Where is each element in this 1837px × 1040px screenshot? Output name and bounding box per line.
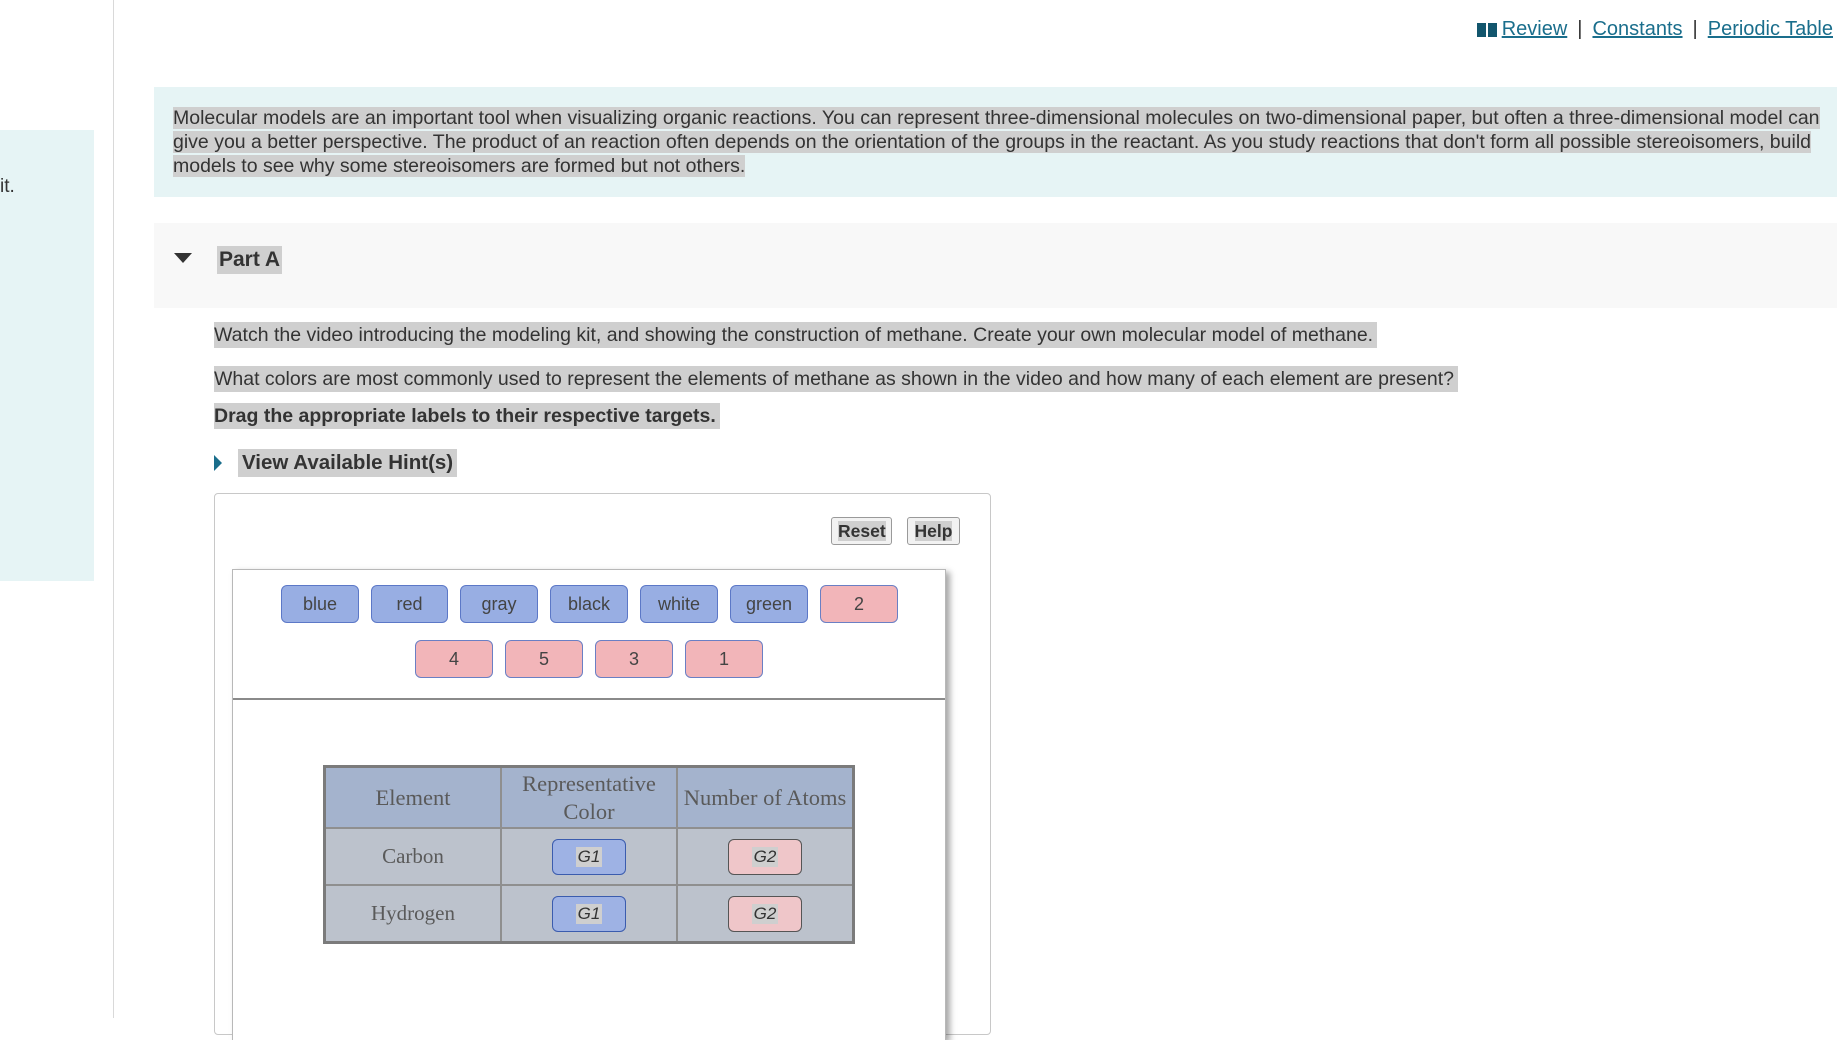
- header-atoms: Number of Atoms: [676, 765, 855, 829]
- instruction-text: Drag the appropriate labels to their res…: [214, 403, 720, 429]
- reset-button[interactable]: Reset: [831, 517, 892, 545]
- constants-link[interactable]: Constants: [1592, 18, 1682, 41]
- count-target-cell: G2: [676, 827, 855, 886]
- vertical-divider: [113, 0, 114, 1018]
- count-target-cell: G2: [676, 884, 855, 944]
- table-row: Carbon G1 G2: [323, 827, 855, 886]
- hint-label: View Available Hint(s): [238, 449, 458, 477]
- header-element: Element: [323, 765, 502, 829]
- color-target-cell: G1: [500, 884, 678, 944]
- label-number-5[interactable]: 5: [505, 640, 583, 678]
- resource-links: Review | Constants | Periodic Table: [1476, 18, 1833, 41]
- table-row: Hydrogen G1 G2: [323, 884, 855, 944]
- left-panel-text: it.: [0, 176, 15, 197]
- element-cell: Hydrogen: [323, 884, 502, 944]
- link-separator: |: [1577, 18, 1583, 40]
- label-number-3[interactable]: 3: [595, 640, 673, 678]
- part-a-header[interactable]: Part A: [154, 223, 1837, 308]
- header-color: Representative Color: [500, 765, 678, 829]
- label-green[interactable]: green: [730, 585, 808, 623]
- label-red[interactable]: red: [371, 585, 448, 623]
- question-text-2: What colors are most commonly used to re…: [214, 366, 1459, 392]
- table-header-row: Element Representative Color Number of A…: [323, 765, 855, 829]
- label-number-1[interactable]: 1: [685, 640, 763, 678]
- drop-target-g2[interactable]: G2: [728, 838, 802, 875]
- link-separator: |: [1692, 18, 1698, 40]
- drag-canvas: blue red gray black white green 2 4 5 3 …: [232, 569, 946, 1040]
- label-white[interactable]: white: [640, 585, 718, 623]
- periodic-table-link[interactable]: Periodic Table: [1708, 18, 1833, 41]
- label-number-4[interactable]: 4: [415, 640, 493, 678]
- expand-caret-icon: [214, 455, 222, 471]
- target-table: Element Representative Color Number of A…: [323, 765, 855, 944]
- color-target-cell: G1: [500, 827, 678, 886]
- collapse-caret-icon[interactable]: [174, 253, 192, 263]
- drag-drop-widget: Reset Help blue red gray black white gre…: [214, 493, 991, 1040]
- label-blue[interactable]: blue: [281, 585, 359, 623]
- drop-target-g1[interactable]: G1: [552, 895, 626, 932]
- question-text-1: Watch the video introducing the modeling…: [214, 322, 1378, 348]
- drop-target-g2[interactable]: G2: [728, 895, 802, 932]
- part-title: Part A: [217, 246, 283, 274]
- label-bank: blue red gray black white green 2 4 5 3 …: [233, 570, 945, 700]
- book-icon: [1476, 22, 1498, 37]
- label-number-2[interactable]: 2: [820, 585, 898, 623]
- element-cell: Carbon: [323, 827, 502, 886]
- review-link[interactable]: Review: [1502, 18, 1568, 41]
- drop-target-g1[interactable]: G1: [552, 838, 626, 875]
- intro-box: Molecular models are an important tool w…: [154, 87, 1837, 197]
- label-black[interactable]: black: [550, 585, 628, 623]
- view-hints-toggle[interactable]: View Available Hint(s): [214, 449, 458, 477]
- help-button[interactable]: Help: [907, 517, 960, 545]
- label-gray[interactable]: gray: [460, 585, 538, 623]
- intro-text: Molecular models are an important tool w…: [173, 107, 1820, 177]
